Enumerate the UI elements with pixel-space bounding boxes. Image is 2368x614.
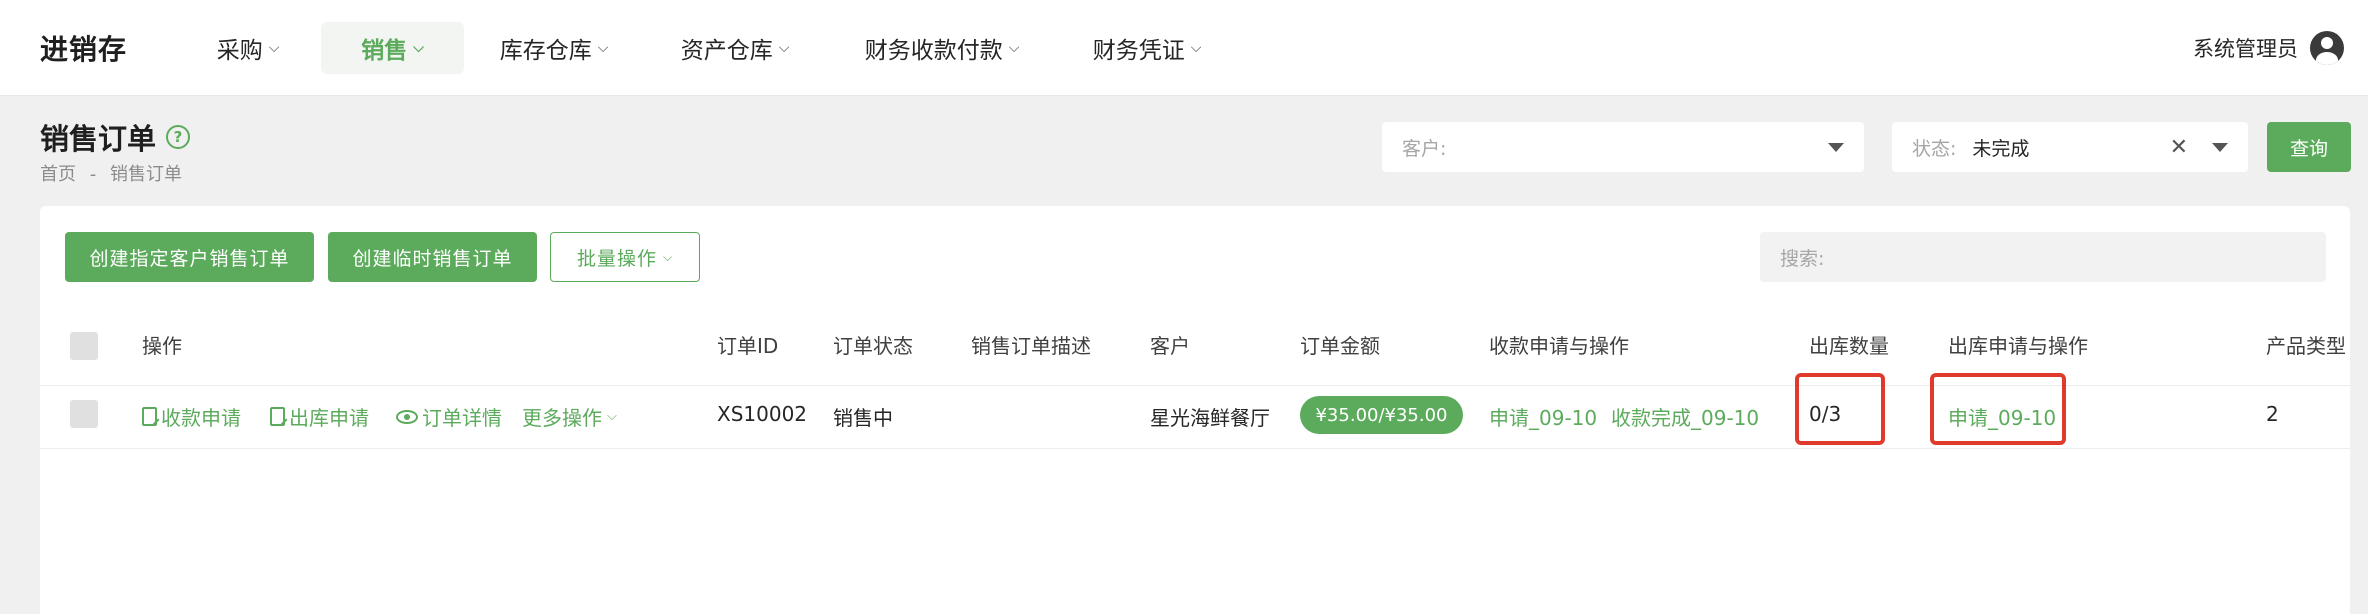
page-title: 销售订单 ? [40,116,191,158]
breadcrumb-home[interactable]: 首页 [40,164,76,185]
breadcrumb-separator: - [89,164,97,185]
highlight-box-out-qty [1795,373,1885,445]
payment-apply-date-link[interactable]: 申请_09-10 [1489,402,1597,431]
nav-finance-payments[interactable]: 财务收款付款 ⌵ [847,22,1037,74]
nav-label: 采购 [216,38,263,64]
highlight-box-out-apply [1930,373,2066,445]
breadcrumb: 首页 - 销售订单 [40,160,182,186]
batch-ops-button[interactable]: 批量操作 ⌵ [550,232,700,282]
batch-ops-label: 批量操作 [576,247,657,270]
clear-icon[interactable]: ✕ [2170,135,2188,160]
payment-apply-link[interactable]: 收款申请 [142,402,241,431]
help-icon[interactable]: ? [166,125,191,149]
cell-order-status: 销售中 [833,406,893,430]
more-ops-link[interactable]: 更多操作 ⌵ [522,402,617,431]
chevron-down-icon: ⌵ [1008,40,1020,56]
user-name: 系统管理员 [2193,37,2298,61]
status-select[interactable]: 状态: 未完成 ✕ [1892,122,2248,172]
col-header-out-apply[interactable]: 出库申请与操作 [1948,330,2088,359]
search-placeholder: 搜索: [1780,247,1825,270]
amount-badge: ¥35.00/¥35.00 [1300,396,1463,434]
page-title-text: 销售订单 [40,122,157,156]
col-header-payment[interactable]: 收款申请与操作 [1489,330,1629,359]
nav-label: 销售 [361,38,408,64]
more-ops-label: 更多操作 [522,406,602,430]
top-navbar: 进销存 采购 ⌵ 销售 ⌵ 库存仓库 ⌵ 资产仓库 ⌵ 财务收款付款 ⌵ 财务凭证 ⌵ 系统… [0,0,2368,96]
nav-label: 库存仓库 [499,38,592,64]
caret-down-icon[interactable] [1828,142,1844,152]
chevron-down-icon: ⌵ [597,40,609,56]
col-header-description[interactable]: 销售订单描述 [971,330,1091,359]
nav-sales[interactable]: 销售 ⌵ [321,22,464,74]
select-all-checkbox[interactable] [70,332,98,360]
nav-label: 资产仓库 [680,38,773,64]
out-apply-label: 出库申请 [289,406,369,430]
col-header-order-status[interactable]: 订单状态 [833,330,913,359]
status-select-value: 未完成 [1972,137,2030,160]
cell-product-type: 2 [2266,402,2279,426]
breadcrumb-current: 销售订单 [109,164,182,185]
orders-card: 创建指定客户销售订单 创建临时销售订单 批量操作 ⌵ 搜索: 操作 订单ID 订单… [40,206,2350,614]
chevron-down-icon: ⌵ [662,249,674,264]
user-menu[interactable]: 系统管理员 [2193,28,2344,68]
nav-label: 财务凭证 [1092,38,1185,64]
chevron-down-icon: ⌵ [413,40,424,56]
col-header-out-qty[interactable]: 出库数量 [1809,330,1889,359]
nav-purchase[interactable]: 采购 ⌵ [200,22,296,74]
order-details-label: 订单详情 [422,406,502,430]
cell-customer: 星光海鲜餐厅 [1150,406,1270,430]
out-apply-link[interactable]: 出库申请 [270,402,369,431]
row-checkbox[interactable] [70,400,98,428]
chevron-down-icon: ⌵ [268,40,280,56]
nav-asset-warehouse[interactable]: 资产仓库 ⌵ [665,22,805,74]
col-header-product-type[interactable]: 产品类型 [2266,330,2346,359]
cell-order-id: XS10002 [717,402,808,426]
edit-doc-icon [142,407,157,426]
search-input[interactable]: 搜索: [1760,232,2326,282]
customer-select-label: 客户: [1402,137,1447,160]
chevron-down-icon: ⌵ [607,409,617,424]
chevron-down-icon: ⌵ [778,40,790,56]
col-header-ops: 操作 [142,334,182,358]
query-button[interactable]: 查询 [2267,122,2351,172]
eye-icon [396,409,418,424]
nav-inventory-warehouse[interactable]: 库存仓库 ⌵ [484,22,624,74]
user-avatar-icon [2310,31,2344,65]
payment-apply-label: 收款申请 [161,406,241,430]
row-divider [40,448,2350,449]
col-header-customer[interactable]: 客户 [1150,330,1190,359]
create-customer-order-button[interactable]: 创建指定客户销售订单 [65,232,314,282]
payment-done-link[interactable]: 收款完成_09-10 [1611,402,1759,431]
nav-finance-vouchers[interactable]: 财务凭证 ⌵ [1077,22,1217,74]
customer-select[interactable]: 客户: [1382,122,1864,172]
chevron-down-icon: ⌵ [1190,40,1202,56]
order-details-link[interactable]: 订单详情 [396,402,502,431]
create-temp-order-button[interactable]: 创建临时销售订单 [328,232,537,282]
app-title: 进销存 [40,33,128,66]
caret-down-icon[interactable] [2212,142,2228,152]
col-header-amount[interactable]: 订单金额 [1300,330,1380,359]
edit-doc-icon [270,407,285,426]
col-header-order-id[interactable]: 订单ID [717,330,778,359]
nav-label: 财务收款付款 [864,38,1003,64]
status-select-label: 状态: [1912,137,1957,160]
